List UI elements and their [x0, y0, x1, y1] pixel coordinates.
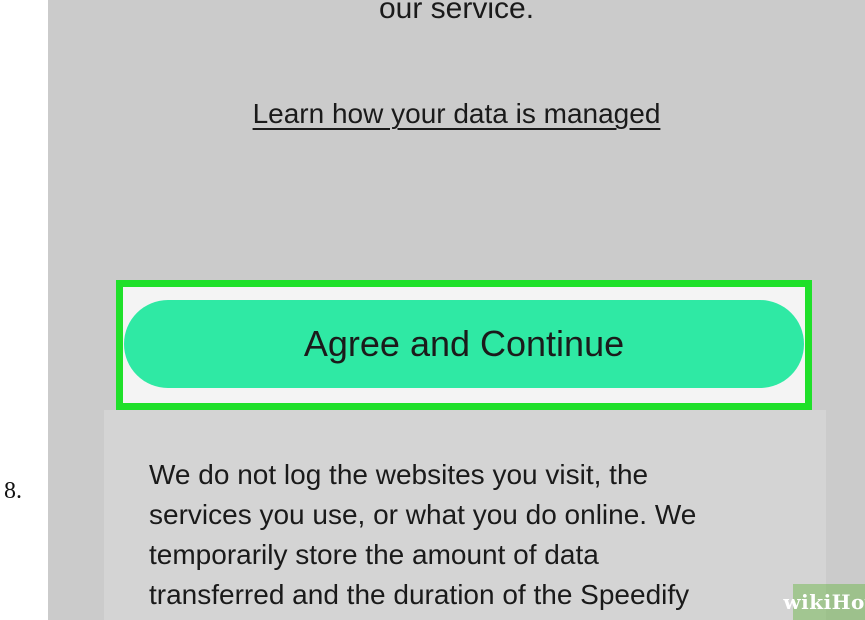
page: 8. our service. Learn how your data is m… — [0, 0, 865, 620]
wikihow-watermark: wikiHow — [783, 584, 865, 620]
service-text: our service. — [378, 0, 535, 25]
info-line: services you use, or what you do online.… — [149, 499, 697, 530]
learn-data-link[interactable]: Learn how your data is managed — [48, 98, 865, 130]
info-line: temporarily store the amount of data — [149, 539, 599, 570]
info-line: transferred and the duration of the Spee… — [149, 579, 690, 610]
agree-and-continue-button[interactable]: Agree and Continue — [124, 300, 804, 388]
privacy-info-text: We do not log the websites you visit, th… — [149, 455, 829, 615]
app-screenshot: our service. Learn how your data is mana… — [48, 0, 865, 620]
step-number: 8. — [4, 478, 22, 504]
info-line: We do not log the websites you visit, th… — [149, 459, 649, 490]
